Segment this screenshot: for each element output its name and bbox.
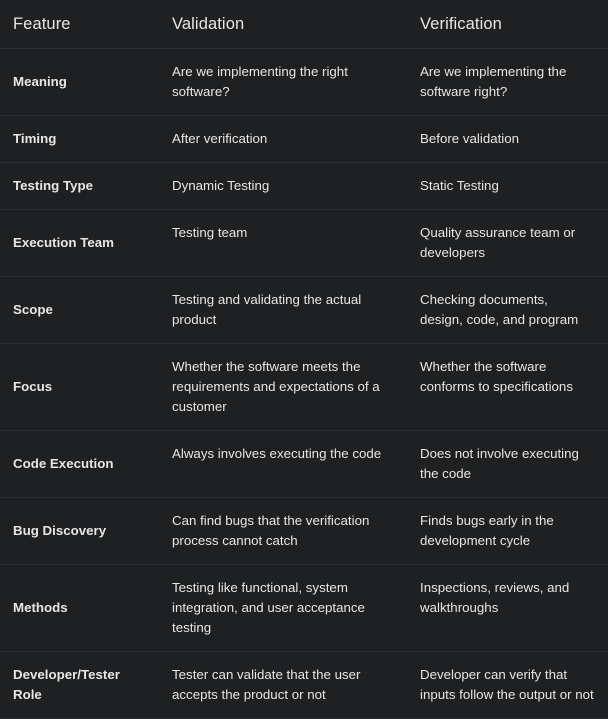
cell-text: Before validation bbox=[420, 131, 520, 146]
row-cell-validation: Always involves executing the code bbox=[160, 430, 408, 498]
table-row: Focus Whether the software meets the requ… bbox=[0, 343, 608, 431]
cell-text: Does not involve executing the code bbox=[420, 446, 579, 481]
cell-text: Can find bugs that the verification proc… bbox=[172, 513, 370, 548]
table-header-row: Feature Validation Verification bbox=[0, 0, 608, 49]
comparison-table-container: Feature Validation Verification Meaning A… bbox=[0, 0, 608, 719]
cell-text: Always involves executing the code bbox=[172, 446, 382, 461]
cell-text: Whether the software conforms to specifi… bbox=[420, 359, 573, 394]
row-feature-label: Meaning bbox=[0, 48, 160, 116]
cell-text: After verification bbox=[172, 131, 268, 146]
row-cell-verification: Inspections, reviews, and walkthroughs bbox=[408, 564, 608, 652]
row-feature-label: Scope bbox=[0, 276, 160, 344]
cell-text: Testing like functional, system integrat… bbox=[172, 580, 365, 635]
cell-text: Checking documents, design, code, and pr… bbox=[420, 292, 579, 327]
cell-text: Tester can validate that the user accept… bbox=[172, 667, 361, 702]
cell-text: Are we implementing the right software? bbox=[172, 64, 348, 99]
cell-text: Focus bbox=[13, 379, 53, 394]
cell-text: Bug Discovery bbox=[13, 523, 107, 538]
cell-text: Dynamic Testing bbox=[172, 178, 270, 193]
row-feature-label: Code Execution bbox=[0, 430, 160, 498]
cell-text: Testing team bbox=[172, 225, 248, 240]
table-row: Timing After verification Before validatio… bbox=[0, 115, 608, 163]
row-cell-verification: Are we implementing the software right? bbox=[408, 48, 608, 116]
row-feature-label: Timing bbox=[0, 115, 160, 163]
row-cell-verification: Before validation bbox=[408, 115, 608, 163]
row-feature-label: Execution Team bbox=[0, 209, 160, 277]
cell-text: Inspections, reviews, and walkthroughs bbox=[420, 580, 570, 615]
row-feature-label: Focus bbox=[0, 343, 160, 431]
row-cell-validation: Can find bugs that the verification proc… bbox=[160, 497, 408, 565]
validation-verification-comparison-table: Feature Validation Verification Meaning A… bbox=[0, 0, 608, 719]
table-header: Feature Validation Verification bbox=[0, 0, 608, 49]
row-cell-validation: Are we implementing the right software? bbox=[160, 48, 408, 116]
row-cell-validation: Testing and validating the actual produc… bbox=[160, 276, 408, 344]
row-cell-verification: Whether the software conforms to specifi… bbox=[408, 343, 608, 431]
column-header-verification: Verification bbox=[408, 0, 608, 49]
row-cell-verification: Checking documents, design, code, and pr… bbox=[408, 276, 608, 344]
row-cell-verification: Does not involve executing the code bbox=[408, 430, 608, 498]
cell-text: Whether the software meets the requireme… bbox=[172, 359, 380, 414]
cell-text: Scope bbox=[13, 302, 53, 317]
table-row: Execution Team Testing team Quality assura… bbox=[0, 209, 608, 277]
table-body: Meaning Are we implementing the right sof… bbox=[0, 48, 608, 719]
row-cell-validation: Testing like functional, system integrat… bbox=[160, 564, 408, 652]
table-row: Methods Testing like functional, system i… bbox=[0, 564, 608, 652]
row-feature-label: Testing Type bbox=[0, 162, 160, 210]
cell-text: Execution Team bbox=[13, 235, 114, 250]
table-row: Bug Discovery Can find bugs that the veri… bbox=[0, 497, 608, 565]
table-row: Code Execution Always involves executing … bbox=[0, 430, 608, 498]
row-cell-verification: Finds bugs early in the development cycl… bbox=[408, 497, 608, 565]
column-header-validation: Validation bbox=[160, 0, 408, 49]
row-cell-validation: Whether the software meets the requireme… bbox=[160, 343, 408, 431]
row-feature-label: Developer/Tester Role bbox=[0, 651, 160, 719]
row-cell-verification: Static Testing bbox=[408, 162, 608, 210]
row-cell-validation: Tester can validate that the user accept… bbox=[160, 651, 408, 719]
row-cell-validation: After verification bbox=[160, 115, 408, 163]
cell-text: Finds bugs early in the development cycl… bbox=[420, 513, 554, 548]
cell-text: Quality assurance team or developers bbox=[420, 225, 576, 260]
row-feature-label: Bug Discovery bbox=[0, 497, 160, 565]
row-cell-verification: Developer can verify that inputs follow … bbox=[408, 651, 608, 719]
cell-text: Testing and validating the actual produc… bbox=[172, 292, 362, 327]
cell-text: Timing bbox=[13, 131, 57, 146]
cell-text: Methods bbox=[13, 600, 68, 615]
table-row: Developer/Tester Role Tester can validate… bbox=[0, 651, 608, 719]
cell-text: Code Execution bbox=[13, 456, 114, 471]
cell-text: Are we implementing the software right? bbox=[420, 64, 567, 99]
row-feature-label: Methods bbox=[0, 564, 160, 652]
cell-text: Developer/Tester Role bbox=[13, 667, 120, 702]
table-row: Scope Testing and validating the actual p… bbox=[0, 276, 608, 344]
column-header-feature: Feature bbox=[0, 0, 160, 49]
row-cell-verification: Quality assurance team or developers bbox=[408, 209, 608, 277]
row-cell-validation: Testing team bbox=[160, 209, 408, 277]
row-cell-validation: Dynamic Testing bbox=[160, 162, 408, 210]
cell-text: Developer can verify that inputs follow … bbox=[420, 667, 594, 702]
cell-text: Meaning bbox=[13, 74, 67, 89]
cell-text: Static Testing bbox=[420, 178, 499, 193]
table-row: Testing Type Dynamic Testing Static Testin… bbox=[0, 162, 608, 210]
table-row: Meaning Are we implementing the right sof… bbox=[0, 48, 608, 116]
cell-text: Testing Type bbox=[13, 178, 94, 193]
